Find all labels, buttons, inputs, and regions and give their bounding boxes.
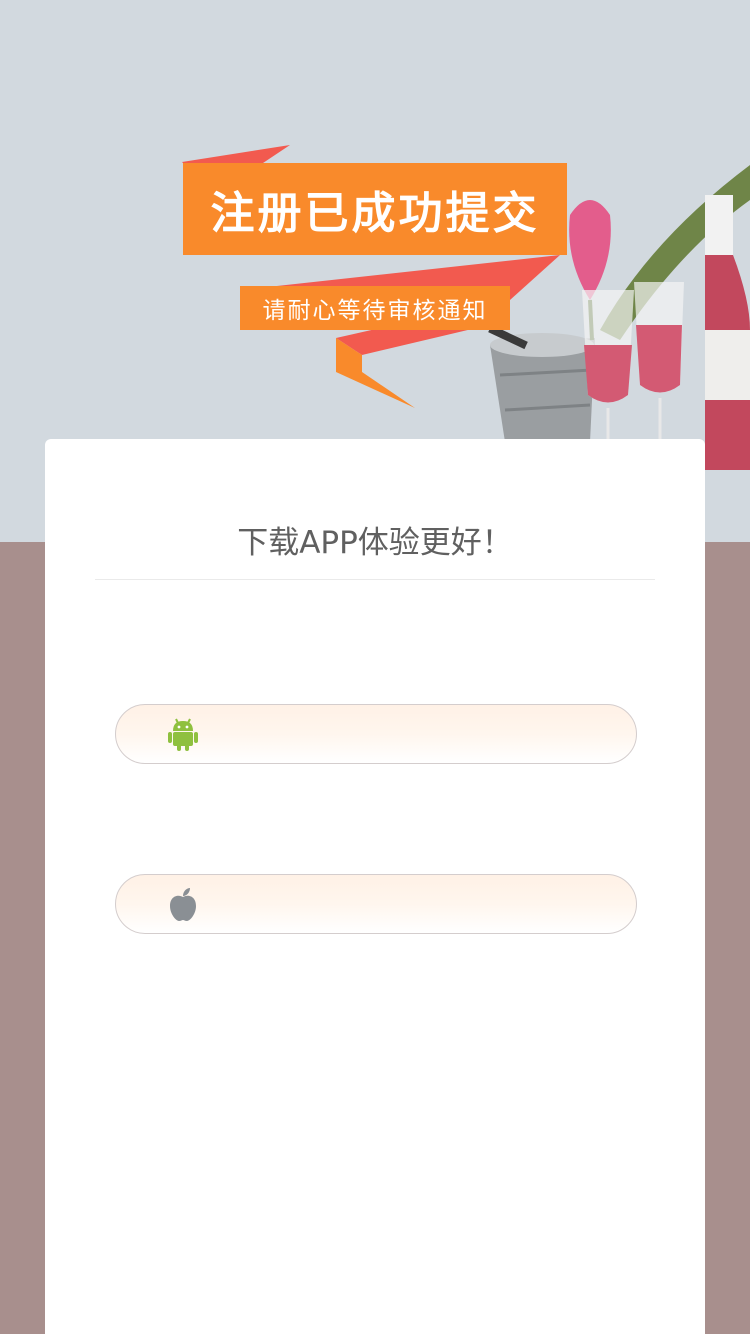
page-title: 注册已成功提交 [183,163,567,255]
page-subtitle: 请耐心等待审核通知 [240,286,510,330]
download-card: 下载APP体验更好！ [45,439,705,1334]
android-download-button[interactable] [115,704,637,764]
ios-download-button[interactable] [115,874,637,934]
download-heading: 下载APP体验更好！ [95,519,655,580]
apple-icon [166,885,200,923]
android-icon [166,715,200,753]
